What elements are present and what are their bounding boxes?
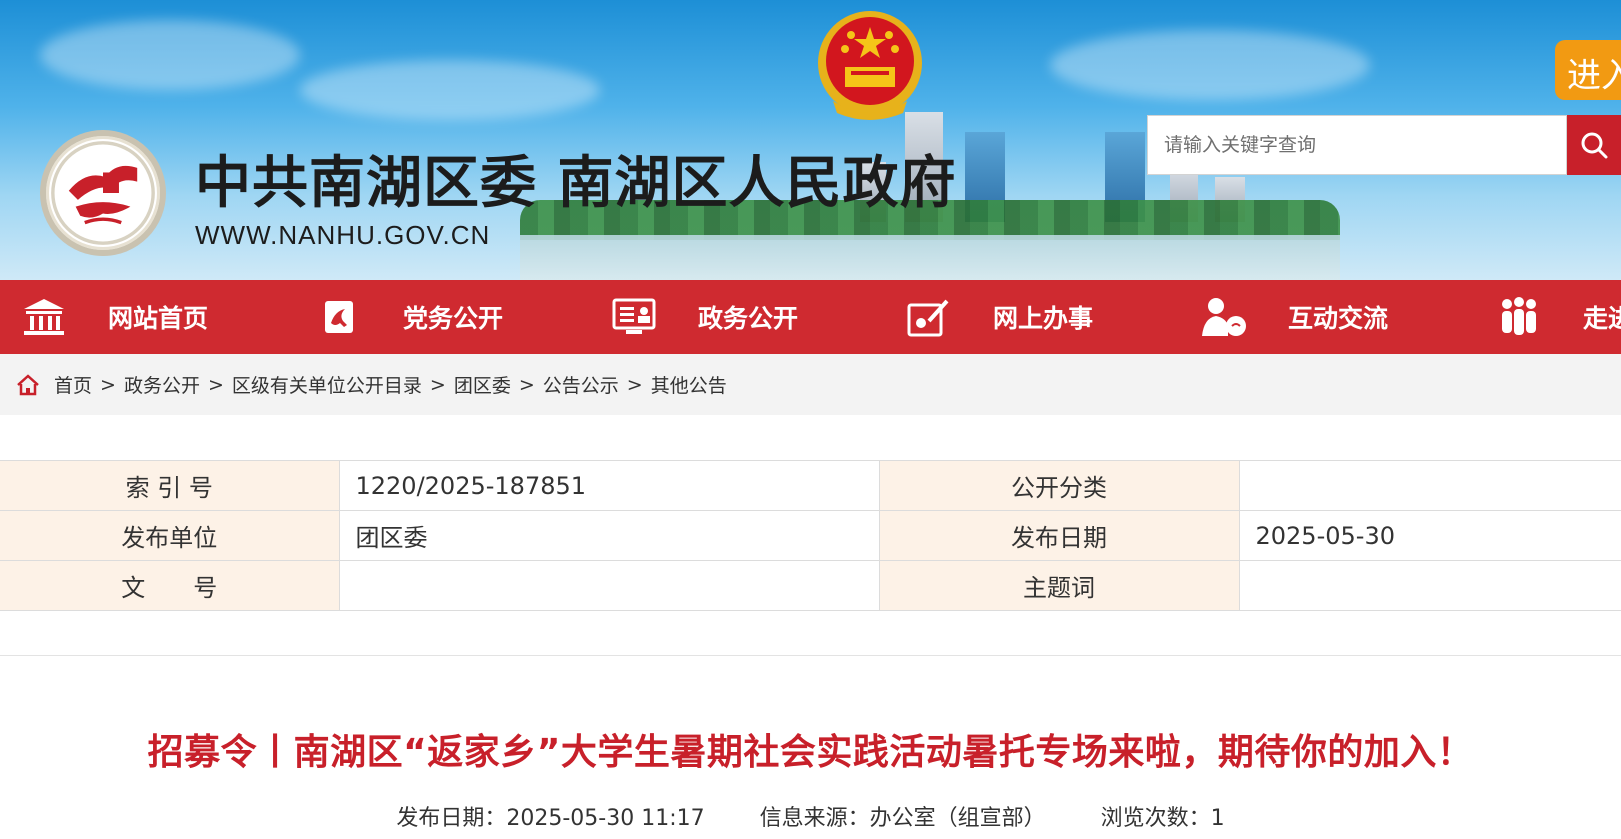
- date-label: 发布日期: [878, 510, 1240, 561]
- article-title: 招募令丨南湖区“返家乡”大学生暑期社会实践活动暑托专场来啦，期待你的加入！: [147, 732, 1474, 773]
- index-value: 1220/2025-187851: [338, 460, 880, 511]
- site-logo[interactable]: [40, 130, 166, 256]
- people-group-icon: [1495, 293, 1543, 341]
- home-icon[interactable]: [16, 373, 40, 396]
- search-button[interactable]: [1567, 115, 1621, 175]
- nav-label: 网上办事: [993, 304, 1094, 333]
- divider: [0, 655, 1621, 656]
- breadcrumb-separator: >: [429, 373, 446, 396]
- national-emblem-icon: [815, 5, 925, 125]
- table-row: 索 引 号 1220/2025-187851 公开分类: [0, 460, 1621, 511]
- info-source: 信息来源：办公室（组宣部）: [759, 806, 1046, 831]
- search-icon: [1581, 132, 1608, 159]
- table-row: 发布单位 团区委 发布日期 2025-05-30: [0, 510, 1621, 561]
- breadcrumb-other-notices[interactable]: 其他公告: [651, 371, 727, 398]
- category-label: 公开分类: [878, 460, 1240, 511]
- chat-user-icon: [1200, 293, 1248, 341]
- nav-item-interaction[interactable]: 互动交流: [1200, 280, 1388, 354]
- breadcrumb-separator: >: [207, 373, 224, 396]
- date-value: 2025-05-30: [1238, 510, 1621, 561]
- nav-item-online-service[interactable]: 网上办事: [905, 280, 1093, 354]
- category-value: [1238, 460, 1621, 511]
- breadcrumb-gov-affairs[interactable]: 政务公开: [124, 371, 200, 398]
- publisher-value: 团区委: [338, 510, 880, 561]
- view-count: 浏览次数：1: [1100, 806, 1225, 831]
- document-board-icon: [610, 293, 658, 341]
- nav-label: 政务公开: [698, 304, 799, 333]
- main-nav: 网站首页 党务公开 政务公开 网上办事 互动交流 走进: [0, 280, 1621, 354]
- index-label: 索 引 号: [0, 460, 340, 511]
- nav-label: 网站首页: [108, 304, 209, 333]
- breadcrumb-announcements[interactable]: 公告公示: [543, 371, 619, 398]
- breadcrumb: 首页 > 政务公开 > 区级有关单位公开目录 > 团区委 > 公告公示 > 其他…: [0, 354, 1621, 415]
- enter-button[interactable]: 进入: [1555, 40, 1621, 100]
- nav-item-home[interactable]: 网站首页: [20, 280, 208, 354]
- breadcrumb-home[interactable]: 首页: [54, 371, 92, 398]
- search-box[interactable]: [1147, 115, 1567, 175]
- nav-label: 党务公开: [403, 304, 504, 333]
- breadcrumb-separator: >: [626, 373, 643, 396]
- article-meta: 发布日期：2025-05-30 11:17 信息来源：办公室（组宣部） 浏览次数…: [0, 800, 1621, 832]
- nav-item-party-affairs[interactable]: 党务公开: [315, 280, 503, 354]
- party-flag-icon: [315, 293, 363, 341]
- nav-label: 走进: [1583, 304, 1621, 333]
- table-row: 文 号 主题词: [0, 560, 1621, 611]
- temple-icon: [20, 293, 68, 341]
- subject-value: [1238, 560, 1621, 611]
- search-input[interactable]: [1148, 116, 1566, 174]
- publisher-label: 发布单位: [0, 510, 340, 561]
- site-title: 中共南湖区委 南湖区人民政府: [195, 151, 957, 216]
- nav-item-explore[interactable]: 走进: [1495, 280, 1621, 354]
- nav-label: 互动交流: [1288, 304, 1389, 333]
- docno-value: [338, 560, 880, 611]
- info-table: 索 引 号 1220/2025-187851 公开分类 发布单位 团区委 发布日…: [0, 460, 1621, 611]
- breadcrumb-separator: >: [100, 373, 116, 396]
- service-pen-icon: [905, 293, 953, 341]
- breadcrumb-district-units[interactable]: 区级有关单位公开目录: [232, 371, 422, 398]
- docno-label: 文 号: [0, 560, 340, 611]
- publish-date: 发布日期：2025-05-30 11:17: [396, 806, 705, 831]
- breadcrumb-separator: >: [518, 373, 535, 396]
- nav-item-gov-affairs[interactable]: 政务公开: [610, 280, 798, 354]
- subject-label: 主题词: [878, 560, 1240, 611]
- site-url: WWW.NANHU.GOV.CN: [195, 220, 491, 250]
- breadcrumb-youth-league[interactable]: 团区委: [454, 371, 511, 398]
